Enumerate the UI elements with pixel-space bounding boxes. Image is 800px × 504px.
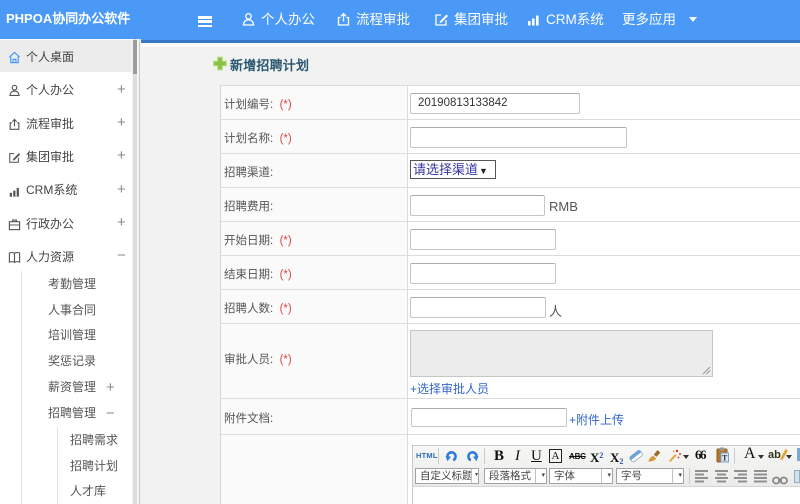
svg-text:T: T (722, 454, 728, 463)
